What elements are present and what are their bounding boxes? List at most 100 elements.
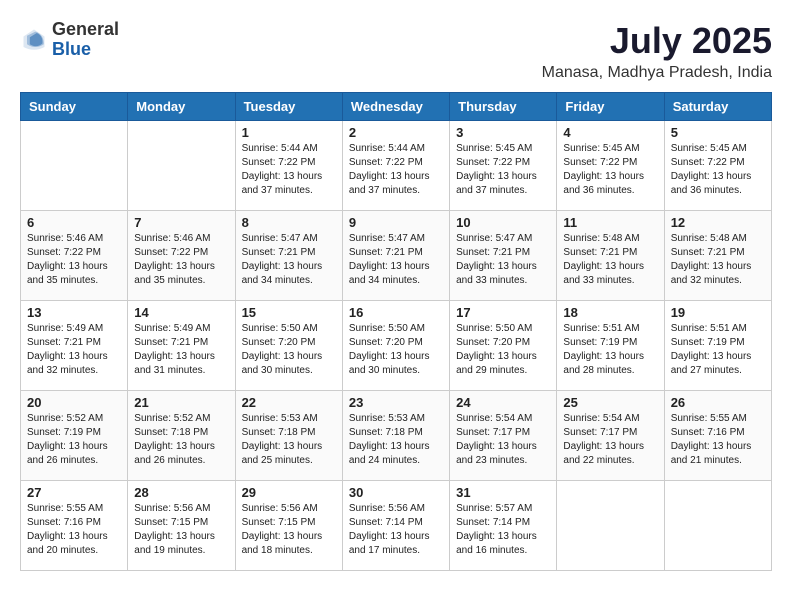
day-info: Sunrise: 5:45 AMSunset: 7:22 PMDaylight:… xyxy=(456,142,550,198)
page-header: General Blue July 2025 Manasa, Madhya Pr… xyxy=(20,20,772,82)
day-number: 21 xyxy=(134,395,228,410)
calendar-cell: 19 Sunrise: 5:51 AMSunset: 7:19 PMDayligh… xyxy=(664,301,771,391)
day-info: Sunrise: 5:45 AMSunset: 7:22 PMDaylight:… xyxy=(671,142,765,198)
calendar-cell xyxy=(557,481,664,571)
day-info: Sunrise: 5:57 AMSunset: 7:14 PMDaylight:… xyxy=(456,502,550,558)
day-number: 2 xyxy=(349,125,443,140)
day-info: Sunrise: 5:49 AMSunset: 7:21 PMDaylight:… xyxy=(27,322,121,378)
day-info: Sunrise: 5:48 AMSunset: 7:21 PMDaylight:… xyxy=(563,232,657,288)
calendar-cell: 6 Sunrise: 5:46 AMSunset: 7:22 PMDaylight… xyxy=(21,211,128,301)
day-info: Sunrise: 5:45 AMSunset: 7:22 PMDaylight:… xyxy=(563,142,657,198)
calendar-cell: 13 Sunrise: 5:49 AMSunset: 7:21 PMDayligh… xyxy=(21,301,128,391)
calendar-week-1: 1 Sunrise: 5:44 AMSunset: 7:22 PMDaylight… xyxy=(21,121,772,211)
calendar-cell: 3 Sunrise: 5:45 AMSunset: 7:22 PMDaylight… xyxy=(450,121,557,211)
day-info: Sunrise: 5:55 AMSunset: 7:16 PMDaylight:… xyxy=(671,412,765,468)
day-number: 26 xyxy=(671,395,765,410)
day-info: Sunrise: 5:46 AMSunset: 7:22 PMDaylight:… xyxy=(27,232,121,288)
calendar-cell xyxy=(664,481,771,571)
logo-blue: Blue xyxy=(52,40,119,60)
calendar-cell: 24 Sunrise: 5:54 AMSunset: 7:17 PMDayligh… xyxy=(450,391,557,481)
calendar-cell: 23Sunrise: 5:53 AMSunset: 7:18 PMDayligh… xyxy=(342,391,449,481)
day-number: 20 xyxy=(27,395,121,410)
calendar-cell xyxy=(128,121,235,211)
day-number: 11 xyxy=(563,215,657,230)
calendar-cell: 25Sunrise: 5:54 AMSunset: 7:17 PMDayligh… xyxy=(557,391,664,481)
calendar-cell: 28 Sunrise: 5:56 AMSunset: 7:15 PMDayligh… xyxy=(128,481,235,571)
day-number: 14 xyxy=(134,305,228,320)
calendar-cell: 14 Sunrise: 5:49 AMSunset: 7:21 PMDayligh… xyxy=(128,301,235,391)
calendar-cell: 11 Sunrise: 5:48 AMSunset: 7:21 PMDayligh… xyxy=(557,211,664,301)
day-info: Sunrise: 5:56 AMSunset: 7:14 PMDaylight:… xyxy=(349,502,443,558)
day-info: Sunrise: 5:52 AMSunset: 7:18 PMDaylight:… xyxy=(134,412,228,468)
calendar-cell: 16Sunrise: 5:50 AMSunset: 7:20 PMDayligh… xyxy=(342,301,449,391)
day-number: 22 xyxy=(242,395,336,410)
day-info: Sunrise: 5:53 AMSunset: 7:18 PMDaylight:… xyxy=(242,412,336,468)
calendar-week-4: 20 Sunrise: 5:52 AMSunset: 7:19 PMDayligh… xyxy=(21,391,772,481)
day-number: 9 xyxy=(349,215,443,230)
day-info: Sunrise: 5:50 AMSunset: 7:20 PMDaylight:… xyxy=(456,322,550,378)
day-number: 19 xyxy=(671,305,765,320)
day-number: 25 xyxy=(563,395,657,410)
day-number: 4 xyxy=(563,125,657,140)
calendar-week-2: 6 Sunrise: 5:46 AMSunset: 7:22 PMDaylight… xyxy=(21,211,772,301)
day-number: 8 xyxy=(242,215,336,230)
day-number: 6 xyxy=(27,215,121,230)
col-tuesday: Tuesday xyxy=(235,93,342,121)
calendar-cell: 2 Sunrise: 5:44 AMSunset: 7:22 PMDaylight… xyxy=(342,121,449,211)
logo-icon xyxy=(20,26,48,54)
day-info: Sunrise: 5:47 AMSunset: 7:21 PMDaylight:… xyxy=(456,232,550,288)
calendar-cell: 31Sunrise: 5:57 AMSunset: 7:14 PMDayligh… xyxy=(450,481,557,571)
day-info: Sunrise: 5:55 AMSunset: 7:16 PMDaylight:… xyxy=(27,502,121,558)
day-number: 7 xyxy=(134,215,228,230)
calendar-cell: 22 Sunrise: 5:53 AMSunset: 7:18 PMDayligh… xyxy=(235,391,342,481)
calendar-week-5: 27 Sunrise: 5:55 AMSunset: 7:16 PMDayligh… xyxy=(21,481,772,571)
day-info: Sunrise: 5:52 AMSunset: 7:19 PMDaylight:… xyxy=(27,412,121,468)
title-block: July 2025 Manasa, Madhya Pradesh, India xyxy=(542,20,772,82)
location-title: Manasa, Madhya Pradesh, India xyxy=(542,64,772,82)
calendar-week-3: 13 Sunrise: 5:49 AMSunset: 7:21 PMDayligh… xyxy=(21,301,772,391)
day-number: 1 xyxy=(242,125,336,140)
calendar-table: Sunday Monday Tuesday Wednesday Thursday… xyxy=(20,92,772,571)
day-number: 17 xyxy=(456,305,550,320)
day-info: Sunrise: 5:51 AMSunset: 7:19 PMDaylight:… xyxy=(563,322,657,378)
calendar-header-row: Sunday Monday Tuesday Wednesday Thursday… xyxy=(21,93,772,121)
day-info: Sunrise: 5:44 AMSunset: 7:22 PMDaylight:… xyxy=(349,142,443,198)
day-info: Sunrise: 5:48 AMSunset: 7:21 PMDaylight:… xyxy=(671,232,765,288)
calendar-cell: 10 Sunrise: 5:47 AMSunset: 7:21 PMDayligh… xyxy=(450,211,557,301)
day-info: Sunrise: 5:46 AMSunset: 7:22 PMDaylight:… xyxy=(134,232,228,288)
calendar-cell: 5Sunrise: 5:45 AMSunset: 7:22 PMDaylight… xyxy=(664,121,771,211)
day-info: Sunrise: 5:47 AMSunset: 7:21 PMDaylight:… xyxy=(242,232,336,288)
logo-text: General Blue xyxy=(52,20,119,60)
day-info: Sunrise: 5:51 AMSunset: 7:19 PMDaylight:… xyxy=(671,322,765,378)
day-number: 10 xyxy=(456,215,550,230)
day-info: Sunrise: 5:56 AMSunset: 7:15 PMDaylight:… xyxy=(242,502,336,558)
day-number: 27 xyxy=(27,485,121,500)
day-number: 24 xyxy=(456,395,550,410)
calendar-cell: 15Sunrise: 5:50 AMSunset: 7:20 PMDayligh… xyxy=(235,301,342,391)
day-number: 18 xyxy=(563,305,657,320)
col-monday: Monday xyxy=(128,93,235,121)
calendar-cell: 9Sunrise: 5:47 AMSunset: 7:21 PMDaylight… xyxy=(342,211,449,301)
month-title: July 2025 xyxy=(542,20,772,62)
calendar-cell: 20 Sunrise: 5:52 AMSunset: 7:19 PMDayligh… xyxy=(21,391,128,481)
calendar-cell: 26 Sunrise: 5:55 AMSunset: 7:16 PMDayligh… xyxy=(664,391,771,481)
day-info: Sunrise: 5:54 AMSunset: 7:17 PMDaylight:… xyxy=(456,412,550,468)
day-number: 28 xyxy=(134,485,228,500)
logo-general: General xyxy=(52,20,119,40)
day-number: 12 xyxy=(671,215,765,230)
day-number: 3 xyxy=(456,125,550,140)
calendar-cell: 8 Sunrise: 5:47 AMSunset: 7:21 PMDaylight… xyxy=(235,211,342,301)
day-number: 30 xyxy=(349,485,443,500)
calendar-cell: 7 Sunrise: 5:46 AMSunset: 7:22 PMDaylight… xyxy=(128,211,235,301)
day-number: 13 xyxy=(27,305,121,320)
day-info: Sunrise: 5:49 AMSunset: 7:21 PMDaylight:… xyxy=(134,322,228,378)
calendar-cell: 30 Sunrise: 5:56 AMSunset: 7:14 PMDayligh… xyxy=(342,481,449,571)
calendar-cell: 18 Sunrise: 5:51 AMSunset: 7:19 PMDayligh… xyxy=(557,301,664,391)
day-number: 16 xyxy=(349,305,443,320)
col-wednesday: Wednesday xyxy=(342,93,449,121)
calendar-cell: 1Sunrise: 5:44 AMSunset: 7:22 PMDaylight… xyxy=(235,121,342,211)
day-info: Sunrise: 5:56 AMSunset: 7:15 PMDaylight:… xyxy=(134,502,228,558)
col-saturday: Saturday xyxy=(664,93,771,121)
calendar-cell: 4 Sunrise: 5:45 AMSunset: 7:22 PMDaylight… xyxy=(557,121,664,211)
col-friday: Friday xyxy=(557,93,664,121)
